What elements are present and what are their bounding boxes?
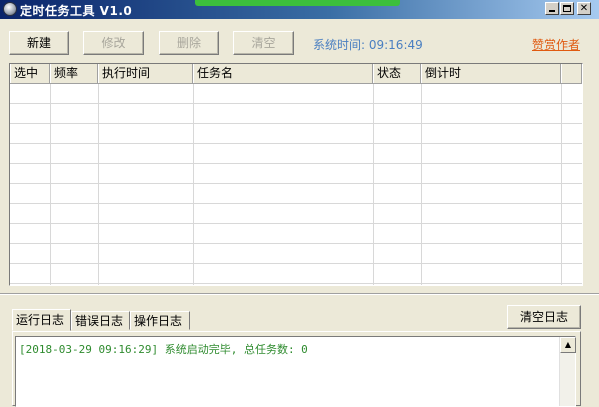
empty-table-row — [10, 84, 582, 104]
log-vertical-scrollbar[interactable]: ▲ — [559, 337, 576, 406]
minimize-icon — [549, 10, 555, 12]
column-header-exec-time[interactable]: 执行时间 — [98, 64, 193, 83]
new-task-button[interactable]: 新建 — [9, 31, 69, 55]
empty-table-row — [10, 224, 582, 244]
scroll-up-arrow-icon[interactable]: ▲ — [560, 337, 576, 353]
close-button[interactable]: ✕ — [577, 2, 591, 15]
column-header-filler — [561, 64, 582, 83]
log-text-area[interactable]: [2018-03-29 09:16:29] 系统启动完毕, 总任务数: 0 ▲ — [15, 336, 576, 407]
clock-icon — [3, 2, 17, 16]
empty-table-row — [10, 244, 582, 264]
column-header-frequency[interactable]: 频率 — [50, 64, 98, 83]
empty-table-row — [10, 264, 582, 284]
decorative-green-tab — [195, 0, 400, 6]
empty-table-row — [10, 204, 582, 224]
maximize-icon — [563, 5, 571, 12]
maximize-button[interactable] — [560, 2, 574, 15]
column-header-selected[interactable]: 选中 — [10, 64, 50, 83]
sponsor-author-link[interactable]: 赞赏作者 — [532, 36, 580, 53]
window-title: 定时任务工具 V1.0 — [20, 4, 133, 18]
column-header-countdown[interactable]: 倒计时 — [421, 64, 561, 83]
empty-table-row — [10, 164, 582, 184]
tab-operation-log[interactable]: 操作日志 — [130, 311, 190, 330]
tab-run-log[interactable]: 运行日志 — [12, 309, 71, 331]
task-table-header: 选中 频率 执行时间 任务名 状态 倒计时 — [10, 64, 582, 84]
empty-table-row — [10, 104, 582, 124]
tab-error-log[interactable]: 错误日志 — [71, 311, 130, 330]
log-entry: [2018-03-29 09:16:29] 系统启动完毕, 总任务数: 0 — [19, 343, 308, 356]
edit-task-button[interactable]: 修改 — [83, 31, 144, 55]
empty-table-row — [10, 144, 582, 164]
system-time-label: 系统时间: 09:16:49 — [313, 38, 423, 52]
close-icon: ✕ — [579, 3, 589, 14]
log-panel: [2018-03-29 09:16:29] 系统启动完毕, 总任务数: 0 ▲ — [12, 331, 581, 407]
column-header-task-name[interactable]: 任务名 — [193, 64, 373, 83]
delete-task-button[interactable]: 删除 — [159, 31, 219, 55]
clear-log-button[interactable]: 清空日志 — [507, 305, 581, 329]
task-table[interactable]: 选中 频率 执行时间 任务名 状态 倒计时 — [9, 63, 583, 286]
clear-tasks-button[interactable]: 清空 — [233, 31, 294, 55]
empty-table-row — [10, 124, 582, 144]
minimize-button[interactable] — [545, 2, 559, 15]
section-divider — [0, 293, 599, 295]
column-header-status[interactable]: 状态 — [373, 64, 421, 83]
empty-table-row — [10, 184, 582, 204]
